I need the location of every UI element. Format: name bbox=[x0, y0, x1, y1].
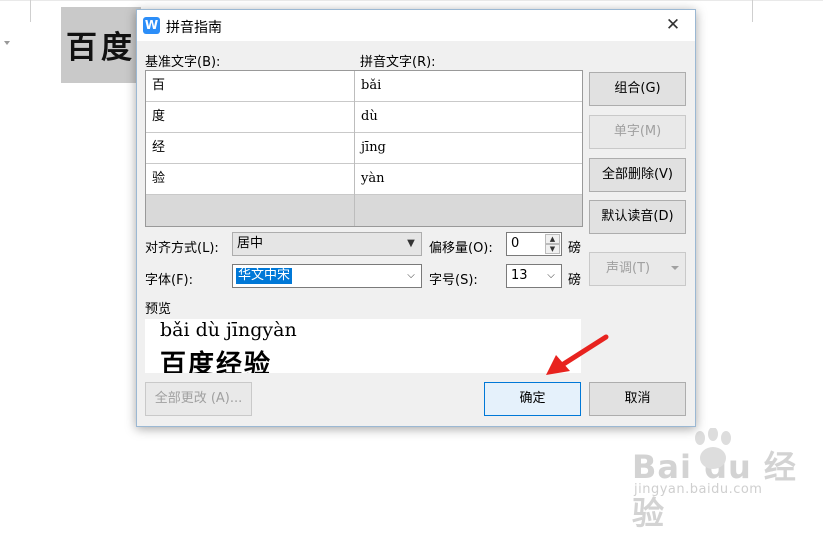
grid-column-divider bbox=[354, 71, 355, 226]
font-select[interactable]: 华文中宋 ⌵ bbox=[232, 264, 422, 288]
dropdown-marker-icon bbox=[4, 41, 10, 45]
dialog-title: 拼音指南 bbox=[166, 20, 222, 36]
single-char-button[interactable]: 单字(M) bbox=[589, 115, 686, 149]
chevron-down-icon: ⌵ bbox=[407, 270, 415, 281]
document-margin-marker-right bbox=[752, 0, 753, 22]
base-char-cell[interactable]: 经 bbox=[152, 133, 352, 163]
size-unit: 磅 bbox=[568, 273, 582, 288]
pinyin-cell[interactable]: jīng bbox=[361, 133, 571, 163]
ok-button[interactable]: 确定 bbox=[484, 382, 581, 416]
grid-row-empty bbox=[146, 195, 582, 226]
preview-pane: bǎi dù jīngyàn 百度经验 bbox=[145, 319, 581, 373]
preview-hanzi: 百度经验 bbox=[160, 350, 273, 373]
font-label: 字体(F): bbox=[145, 273, 194, 288]
preview-label: 预览 bbox=[145, 302, 172, 317]
size-value: 13 bbox=[511, 268, 528, 283]
pinyin-cell[interactable]: dù bbox=[361, 102, 571, 132]
combine-button[interactable]: 组合(G) bbox=[589, 72, 686, 106]
grid-row: 经 jīng bbox=[146, 133, 582, 164]
delete-all-button[interactable]: 全部删除(V) bbox=[589, 158, 686, 192]
offset-label: 偏移量(O): bbox=[429, 241, 493, 256]
pinyin-guide-dialog: W 拼音指南 ✕ 基准文字(B): 拼音文字(R): 百 bǎi 度 dù 经 … bbox=[136, 9, 696, 427]
grid-row: 度 dù bbox=[146, 102, 582, 133]
spin-down-icon[interactable]: ▼ bbox=[545, 244, 560, 254]
pinyin-cell[interactable]: bǎi bbox=[361, 71, 571, 101]
document-margin-marker-left bbox=[30, 0, 31, 22]
pinyin-grid: 百 bǎi 度 dù 经 jīng 验 yàn bbox=[145, 70, 583, 227]
pinyin-cell[interactable]: yàn bbox=[361, 164, 571, 194]
grid-row: 百 bǎi bbox=[146, 71, 582, 102]
close-button[interactable]: ✕ bbox=[657, 12, 689, 39]
document-top-rule bbox=[0, 0, 823, 1]
baidu-paw-icon bbox=[695, 428, 731, 469]
watermark-url: jingyan.baidu.com bbox=[634, 482, 763, 497]
spin-up-icon[interactable]: ▲ bbox=[545, 234, 560, 244]
offset-unit: 磅 bbox=[568, 241, 582, 256]
cancel-button[interactable]: 取消 bbox=[589, 382, 686, 416]
offset-value: 0 bbox=[511, 236, 520, 251]
base-char-cell[interactable]: 验 bbox=[152, 164, 352, 194]
base-char-cell[interactable]: 百 bbox=[152, 71, 352, 101]
document-selected-text: 百度 bbox=[66, 30, 136, 66]
preview-pinyin: bǎi dù jīngyàn bbox=[160, 319, 297, 341]
default-reading-button[interactable]: 默认读音(D) bbox=[589, 200, 686, 234]
offset-spin-buttons[interactable]: ▲ ▼ bbox=[545, 234, 560, 254]
chevron-down-icon bbox=[671, 266, 679, 270]
tone-button[interactable]: 声调(T) bbox=[589, 252, 686, 286]
tone-button-label: 声调(T) bbox=[606, 261, 651, 276]
dialog-titlebar[interactable]: W 拼音指南 ✕ bbox=[137, 10, 695, 41]
offset-spinner[interactable]: 0 ▲ ▼ bbox=[506, 232, 562, 256]
change-all-button[interactable]: 全部更改 (A)... bbox=[145, 382, 252, 416]
wps-app-icon: W bbox=[143, 17, 160, 34]
base-char-cell[interactable]: 度 bbox=[152, 102, 352, 132]
size-select[interactable]: 13 ⌵ bbox=[506, 264, 562, 288]
grid-row: 验 yàn bbox=[146, 164, 582, 195]
alignment-value: 居中 bbox=[237, 236, 264, 251]
size-label: 字号(S): bbox=[429, 273, 478, 288]
annotation-arrow-icon bbox=[546, 334, 609, 375]
chevron-down-icon: ▼ bbox=[407, 238, 415, 249]
alignment-label: 对齐方式(L): bbox=[145, 241, 219, 256]
pinyin-text-header: 拼音文字(R): bbox=[360, 55, 436, 70]
alignment-select[interactable]: 居中 ▼ bbox=[232, 232, 422, 256]
font-value: 华文中宋 bbox=[236, 268, 293, 284]
base-text-header: 基准文字(B): bbox=[145, 55, 221, 70]
chevron-down-icon: ⌵ bbox=[547, 270, 555, 281]
